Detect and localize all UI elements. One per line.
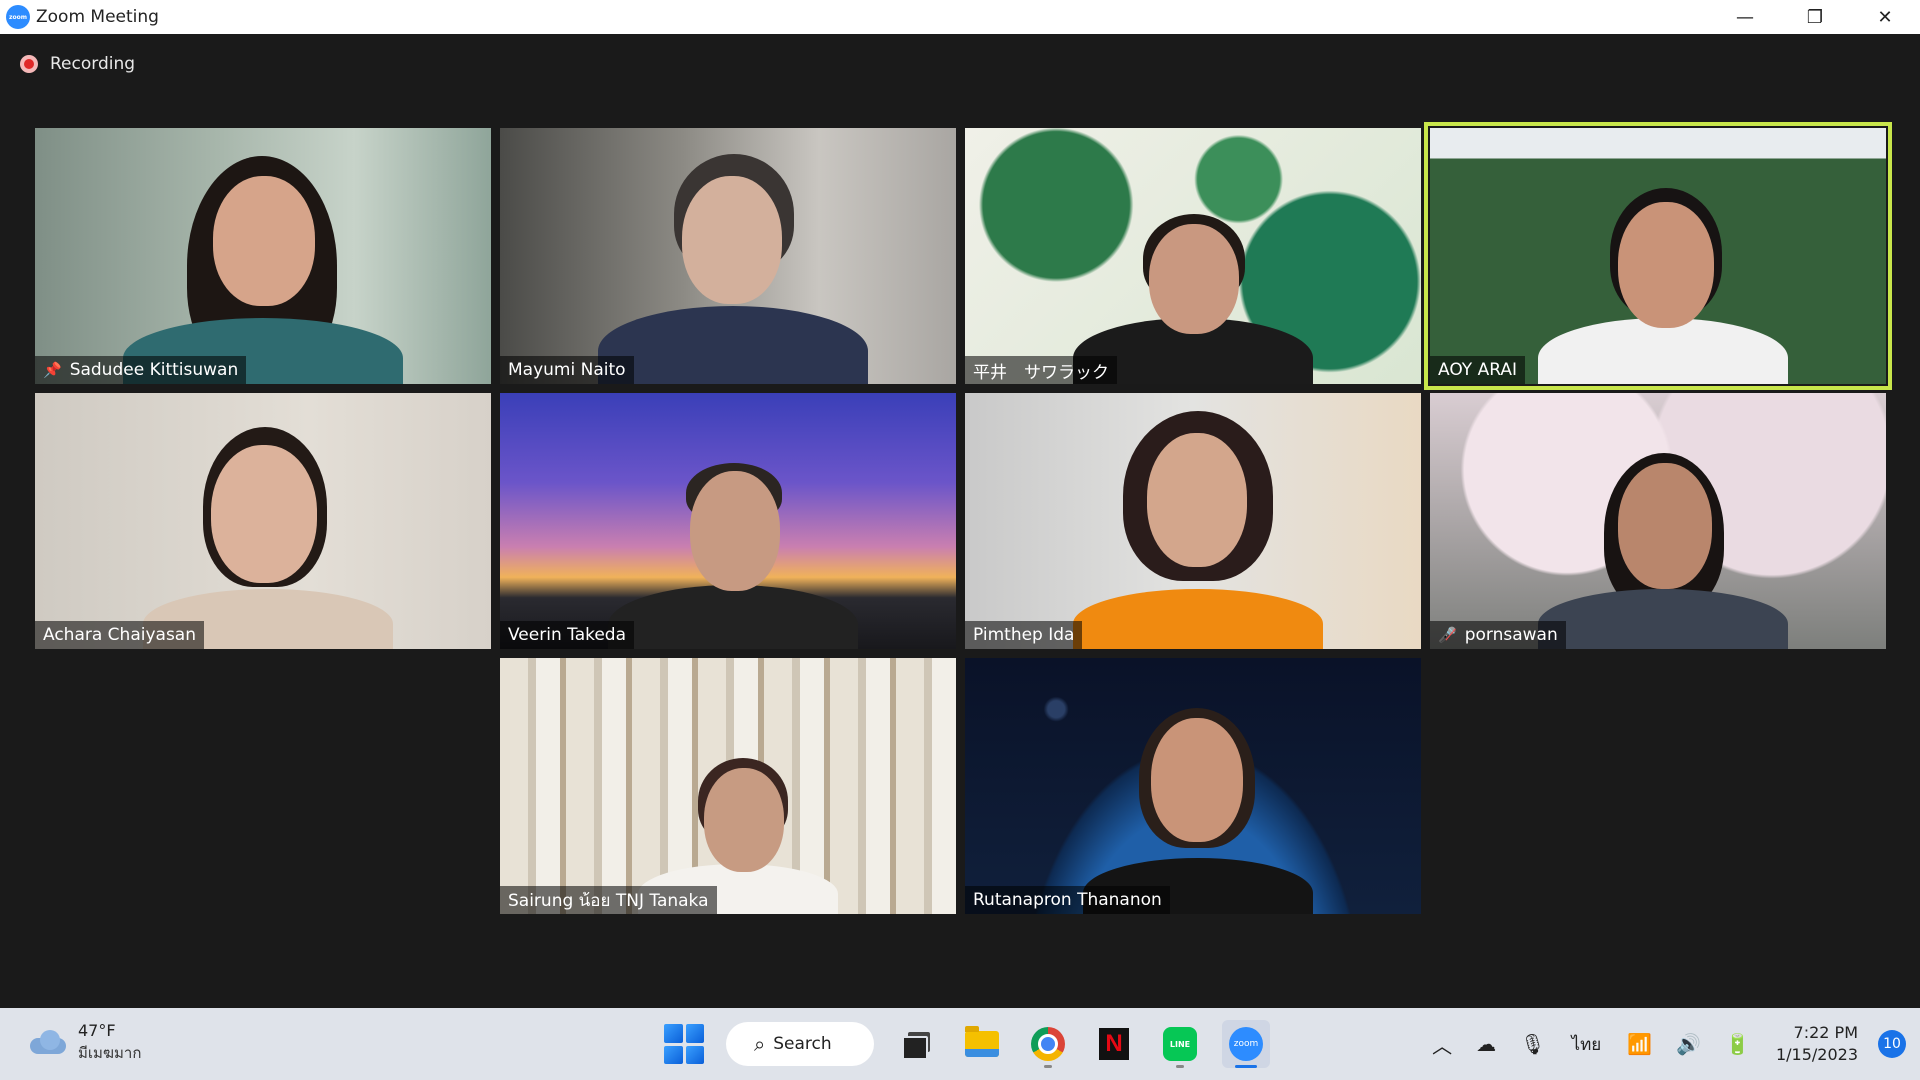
zoom-logo-icon: zoom: [6, 5, 30, 29]
battery-charging-icon[interactable]: 🔋: [1725, 1032, 1750, 1056]
participant-name: Sadudee Kittisuwan: [69, 360, 239, 380]
video-tile[interactable]: 📌 Sadudee Kittisuwan: [35, 128, 491, 384]
task-view-button[interactable]: [892, 1020, 940, 1068]
participant-name-tag: AOY ARAI: [1430, 356, 1525, 384]
window-title: Zoom Meeting: [36, 7, 159, 27]
minimize-button[interactable]: —: [1710, 0, 1780, 34]
participant-video: [1508, 393, 1808, 649]
close-button[interactable]: ✕: [1850, 0, 1920, 34]
onedrive-cloud-icon[interactable]: ☁: [1476, 1032, 1496, 1056]
line-icon: LINE: [1163, 1027, 1197, 1061]
search-icon: ⌕: [754, 1032, 766, 1056]
wifi-icon[interactable]: 📶: [1627, 1032, 1652, 1056]
cloud-icon: [28, 1030, 68, 1054]
line-button[interactable]: LINE: [1156, 1020, 1204, 1068]
zoom-icon: zoom: [1229, 1027, 1263, 1061]
recording-indicator[interactable]: Recording: [20, 54, 135, 74]
video-tile[interactable]: Achara Chaiyasan: [35, 393, 491, 649]
start-button[interactable]: [660, 1020, 708, 1068]
participant-name-tag: 平井 サワラック: [965, 356, 1117, 384]
video-tile[interactable]: 🎤̸ pornsawan: [1430, 393, 1886, 649]
search-label: Search: [773, 1034, 832, 1054]
pin-icon: 📌: [43, 361, 62, 379]
participant-name: Mayumi Naito: [508, 360, 626, 380]
zoom-button[interactable]: zoom: [1222, 1020, 1270, 1068]
netflix-button[interactable]: N: [1090, 1020, 1138, 1068]
input-language-indicator[interactable]: ไทย: [1572, 1031, 1602, 1058]
clock-date: 1/15/2023: [1775, 1045, 1858, 1064]
window-controls: — ❐ ✕: [1710, 0, 1920, 34]
file-explorer-button[interactable]: [958, 1020, 1006, 1068]
participant-video: [113, 128, 413, 384]
volume-icon[interactable]: 🔊: [1676, 1032, 1701, 1056]
netflix-icon: N: [1099, 1028, 1129, 1060]
video-tile[interactable]: Sairung น้อย TNJ Tanaka: [500, 658, 956, 914]
participant-name-tag: Achara Chaiyasan: [35, 621, 204, 649]
participant-name-tag: 🎤̸ pornsawan: [1430, 621, 1566, 649]
clock-time: 7:22 PM: [1793, 1023, 1858, 1042]
weather-widget[interactable]: 47°F มีเมฆมาก: [28, 1020, 141, 1064]
window-titlebar: zoom Zoom Meeting — ❐ ✕: [0, 0, 1920, 34]
system-tray: ︿ ☁ 🎙 ไทย 📶 🔊 🔋 7:22 PM 1/15/2023 10: [1420, 1008, 1920, 1080]
folder-icon: [965, 1026, 999, 1057]
participant-video: [578, 658, 878, 914]
participant-name: Sairung น้อย TNJ Tanaka: [508, 890, 709, 911]
video-tile[interactable]: Rutanapron Thananon: [965, 658, 1421, 914]
participant-name-tag: Veerin Takeda: [500, 621, 635, 649]
restore-button[interactable]: ❐: [1780, 0, 1850, 34]
windows-start-icon: [664, 1024, 704, 1064]
participant-name-tag: Sairung น้อย TNJ Tanaka: [500, 886, 717, 914]
participant-name: Achara Chaiyasan: [43, 625, 196, 645]
participant-name: AOY ARAI: [1438, 360, 1517, 380]
video-tile[interactable]: 平井 サワラック: [965, 128, 1421, 384]
participant-video: [578, 393, 878, 649]
participant-name-tag: Pimthep Ida: [965, 621, 1083, 649]
participant-name-tag: Rutanapron Thananon: [965, 886, 1170, 914]
participant-name-tag: 📌 Sadudee Kittisuwan: [35, 356, 247, 384]
participant-video: [1043, 393, 1343, 649]
chrome-button[interactable]: [1024, 1020, 1072, 1068]
notification-count-badge[interactable]: 10: [1878, 1030, 1906, 1058]
participant-name-tag: Mayumi Naito: [500, 356, 634, 384]
recording-label: Recording: [50, 54, 136, 74]
taskbar: 47°F มีเมฆมาก ⌕ Search N LINE zoom ︿ ☁ 🎙…: [0, 1008, 1920, 1080]
participant-name: Rutanapron Thananon: [973, 890, 1162, 910]
show-hidden-icons-chevron-up-icon[interactable]: ︿: [1432, 1030, 1452, 1059]
chrome-icon: [1031, 1027, 1065, 1061]
participant-name: 平井 サワラック: [973, 362, 1109, 383]
taskbar-apps: ⌕ Search N LINE zoom: [660, 1016, 1270, 1072]
video-tile[interactable]: Pimthep Ida: [965, 393, 1421, 649]
participant-name: Pimthep Ida: [973, 625, 1075, 645]
video-tile[interactable]: Mayumi Naito: [500, 128, 956, 384]
video-tile-active-speaker[interactable]: AOY ARAI: [1424, 122, 1892, 390]
task-view-icon: [902, 1032, 930, 1060]
taskbar-clock[interactable]: 7:22 PM 1/15/2023: [1776, 1022, 1858, 1066]
taskbar-search-button[interactable]: ⌕ Search: [726, 1022, 874, 1066]
recording-dot-icon: [20, 55, 38, 73]
participant-video: [1043, 658, 1343, 914]
microphone-muted-icon: 🎤̸: [1438, 626, 1457, 644]
participant-video: [1508, 128, 1808, 384]
video-tile[interactable]: Veerin Takeda: [500, 393, 956, 649]
participant-video: [1043, 128, 1343, 384]
microphone-icon[interactable]: 🎙: [1520, 1032, 1545, 1056]
participant-video: [113, 393, 413, 649]
weather-temperature: 47°F: [78, 1021, 116, 1040]
participant-name: pornsawan: [1464, 625, 1558, 645]
participant-video: [578, 128, 878, 384]
participant-name: Veerin Takeda: [508, 625, 627, 645]
weather-condition: มีเมฆมาก: [78, 1044, 142, 1062]
